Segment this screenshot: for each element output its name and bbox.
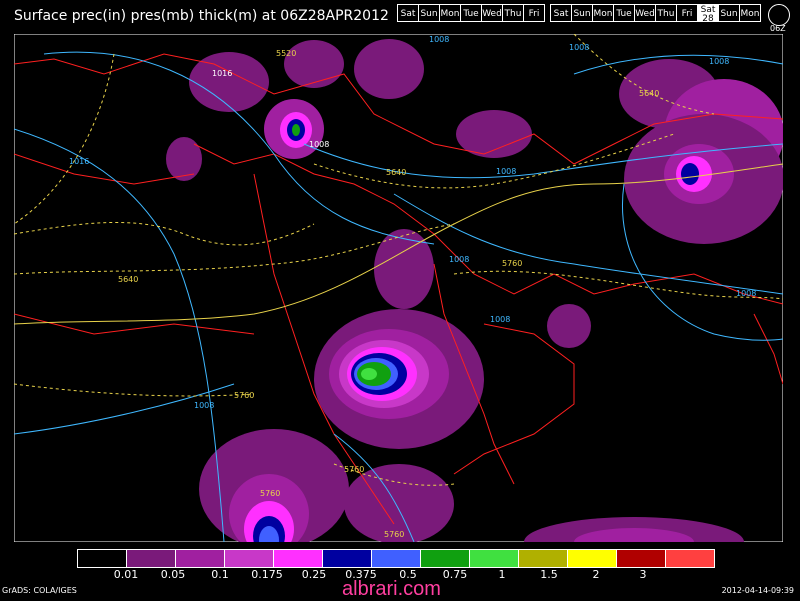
isobar-label: 1008 [569, 43, 589, 52]
legend-swatch [322, 549, 372, 568]
map-title: Surface prec(in) pres(mb) thick(m) at 06… [14, 8, 389, 24]
precipitation-legend [77, 549, 715, 568]
legend-tick-label: 0.1 [211, 568, 229, 581]
legend-tick-label: 0.01 [113, 568, 139, 581]
day-button[interactable]: Sat 28 [697, 4, 719, 24]
legend-swatch [224, 549, 274, 568]
day-button[interactable]: Mon [439, 4, 461, 22]
clock-dial-icon [768, 4, 790, 26]
day-button[interactable]: Sun [571, 4, 593, 22]
isobar-label: 1008 [429, 35, 449, 44]
timestamp: 2012-04-14-09:39 [721, 586, 794, 595]
day-button[interactable]: Mon [592, 4, 614, 22]
legend-swatch [665, 549, 715, 568]
isobar-label: 1008 [194, 401, 214, 410]
day-selector[interactable]: Sat Sun Mon Tue Wed Thu Fri Sat Sun Mon Tue Wed Thu F… [397, 4, 761, 24]
isobar-label: 1008 [709, 57, 729, 66]
thickness-label: 5760 [502, 259, 522, 268]
legend-swatch [616, 549, 666, 568]
isobar-label: 1008 [736, 289, 756, 298]
legend-swatch [518, 549, 568, 568]
isobar-label: 1008 [496, 167, 516, 176]
legend-swatch [469, 549, 519, 568]
thickness-label: 5760 [234, 391, 254, 400]
watermark: albrari.com [342, 578, 441, 600]
isobar-label: 1016 [212, 69, 232, 78]
legend-swatch [77, 549, 127, 568]
legend-swatch [567, 549, 617, 568]
legend-tick-label: 0.05 [160, 568, 186, 581]
legend-tick-label: 2 [592, 568, 600, 581]
thickness-label: 5760 [260, 489, 280, 498]
legend-tick-label: 0.175 [251, 568, 283, 581]
day-button[interactable]: Fri [523, 4, 545, 22]
software-credit: GrADS: COLA/IGES [2, 586, 77, 595]
legend-swatch [126, 549, 176, 568]
isobar-label: 1008 [449, 255, 469, 264]
thickness-label: 5640 [118, 275, 138, 284]
day-button[interactable]: Sat [550, 4, 572, 22]
day-button[interactable]: Sun [418, 4, 440, 22]
legend-tick-label: 1 [498, 568, 506, 581]
legend-swatch [175, 549, 225, 568]
legend-swatch [420, 549, 470, 568]
thickness-label: 5640 [639, 89, 659, 98]
isobar-label: 1008 [309, 140, 329, 149]
thickness-label: 5760 [384, 530, 404, 539]
legend-tick-label: 0.75 [442, 568, 468, 581]
day-button[interactable]: Fri [676, 4, 698, 22]
legend-tick-label: 3 [639, 568, 647, 581]
day-button[interactable]: Tue [460, 4, 482, 22]
thickness-label: 5520 [276, 49, 296, 58]
day-button[interactable]: Mon [739, 4, 761, 22]
legend-swatch [371, 549, 421, 568]
thickness-label: 5760 [344, 465, 364, 474]
day-button[interactable]: Thu [655, 4, 677, 22]
day-button[interactable]: Thu [502, 4, 524, 22]
day-button[interactable]: Sun [718, 4, 740, 22]
legend-tick-label: 0.25 [301, 568, 327, 581]
isobar-label: 1008 [490, 315, 510, 324]
legend-tick-label: 1.5 [540, 568, 558, 581]
day-button[interactable]: Tue [613, 4, 635, 22]
dial-label: 06Z [770, 24, 786, 33]
legend-swatch [273, 549, 323, 568]
day-button[interactable]: Wed [481, 4, 503, 22]
day-button[interactable]: Sat [397, 4, 419, 22]
weather-map: 1016 1016 1008 1008 1008 1008 1008 1008 … [14, 34, 783, 542]
isobar-label: 1016 [69, 157, 89, 166]
day-button[interactable]: Wed [634, 4, 656, 22]
thickness-label: 5640 [386, 168, 406, 177]
